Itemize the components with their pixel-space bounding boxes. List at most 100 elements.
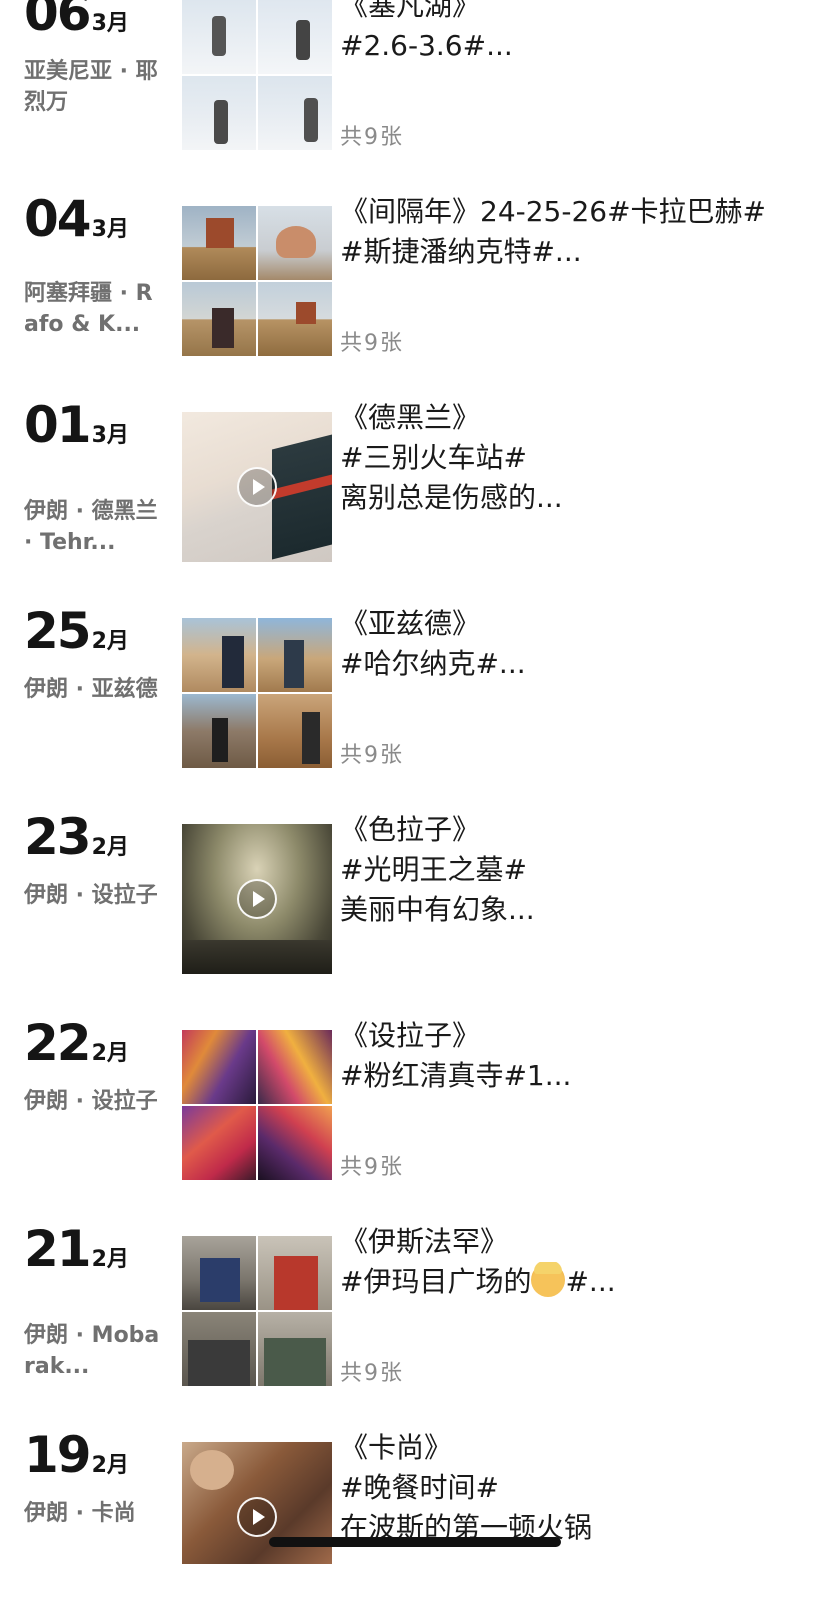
- photo-grid[interactable]: [182, 1236, 332, 1386]
- photo-count: 共9张: [340, 1155, 404, 1180]
- post-location[interactable]: 伊朗 · 设拉子: [24, 1086, 162, 1148]
- post-text[interactable]: 《伊斯法罕》 #伊玛目广场的 #...: [340, 1222, 810, 1302]
- post-item[interactable]: 232月 伊朗 · 设拉子 《色拉子》 #光明王之墓# 美丽中有幻象...: [0, 812, 828, 1004]
- post-date: 192月: [24, 1430, 129, 1480]
- post-day: 04: [24, 190, 92, 248]
- photo-thumbnail[interactable]: [258, 1236, 332, 1310]
- post-line: #晚餐时间#: [340, 1471, 499, 1504]
- photo-thumbnail[interactable]: [258, 0, 332, 74]
- photo-thumbnail[interactable]: [258, 1106, 332, 1180]
- post-line: #哈尔纳克#...: [340, 647, 526, 680]
- person-emoji-icon: [531, 1262, 566, 1297]
- post-day: 06: [24, 0, 92, 42]
- post-title: 《伊斯法罕》: [340, 1225, 509, 1258]
- post-line: #光明王之墓#: [340, 853, 527, 886]
- post-text[interactable]: 《色拉子》 #光明王之墓# 美丽中有幻象...: [340, 810, 810, 930]
- post-text[interactable]: 《间隔年》24-25-26#卡拉巴赫# #斯捷潘纳克特#...: [340, 192, 810, 272]
- photo-grid[interactable]: [182, 206, 332, 356]
- post-day: 25: [24, 602, 92, 660]
- photo-thumbnail[interactable]: [258, 1030, 332, 1104]
- photo-thumbnail[interactable]: [182, 1312, 256, 1386]
- post-date: 013月: [24, 400, 129, 450]
- post-text[interactable]: 《塞凡湖》 #2.6-3.6#...: [340, 0, 810, 66]
- post-item[interactable]: 252月 伊朗 · 亚兹德 《亚兹德》 #哈尔纳克#... 共9张: [0, 606, 828, 798]
- photo-thumbnail[interactable]: [182, 76, 256, 150]
- photo-thumbnail[interactable]: [258, 1312, 332, 1386]
- post-item[interactable]: 192月 伊朗 · 卡尚 《卡尚》 #晚餐时间# 在波斯的第一顿火锅: [0, 1430, 828, 1622]
- post-title: 《设拉子》: [340, 1019, 481, 1052]
- play-icon[interactable]: [237, 1497, 277, 1537]
- post-location[interactable]: 阿塞拜疆 · Rafo & K...: [24, 278, 162, 340]
- post-month: 3月: [91, 11, 129, 36]
- post-line: #伊玛目广场的 #...: [340, 1262, 616, 1298]
- post-month: 2月: [91, 835, 129, 860]
- post-title: 《色拉子》: [340, 813, 481, 846]
- photo-thumbnail[interactable]: [182, 1106, 256, 1180]
- post-item[interactable]: 013月 伊朗 · 德黑兰 · Tehr... 《德黑兰》 #三别火车站# 离别…: [0, 400, 828, 592]
- photo-thumbnail[interactable]: [182, 1236, 256, 1310]
- post-title: 《间隔年》24-25-26#卡拉巴赫#: [340, 195, 767, 228]
- post-item[interactable]: 063月 亚美尼亚 · 耶烈万 《塞凡湖》 #2.6-3.6#... 共9张: [0, 0, 828, 180]
- video-thumbnail[interactable]: [182, 412, 332, 562]
- photo-grid[interactable]: [182, 618, 332, 768]
- post-date: 252月: [24, 606, 129, 656]
- post-date: 212月: [24, 1224, 129, 1274]
- post-line: 美丽中有幻象...: [340, 893, 535, 926]
- post-date: 222月: [24, 1018, 129, 1068]
- post-day: 23: [24, 808, 92, 866]
- photo-thumbnail[interactable]: [258, 76, 332, 150]
- post-month: 2月: [91, 1041, 129, 1066]
- post-line: 离别总是伤感的...: [340, 481, 563, 514]
- post-location[interactable]: 亚美尼亚 · 耶烈万: [24, 56, 162, 118]
- post-item[interactable]: 212月 伊朗 · Mobarak... 《伊斯法罕》 #伊玛目广场的 #... …: [0, 1224, 828, 1416]
- post-day: 22: [24, 1014, 92, 1072]
- post-item[interactable]: 043月 阿塞拜疆 · Rafo & K... 《间隔年》24-25-26#卡拉…: [0, 194, 828, 386]
- photo-count: 共9张: [340, 1361, 404, 1386]
- post-item[interactable]: 222月 伊朗 · 设拉子 《设拉子》 #粉红清真寺#1... 共9张: [0, 1018, 828, 1210]
- post-day: 21: [24, 1220, 92, 1278]
- post-date: 232月: [24, 812, 129, 862]
- post-title: 《卡尚》: [340, 1431, 453, 1464]
- post-month: 2月: [91, 1453, 129, 1478]
- photo-grid[interactable]: [182, 0, 332, 150]
- post-text[interactable]: 《卡尚》 #晚餐时间# 在波斯的第一顿火锅: [340, 1428, 810, 1548]
- post-location[interactable]: 伊朗 · 卡尚: [24, 1498, 162, 1529]
- post-location[interactable]: 伊朗 · 亚兹德: [24, 674, 162, 736]
- photo-thumbnail[interactable]: [258, 206, 332, 280]
- home-indicator[interactable]: [269, 1537, 561, 1547]
- photo-thumbnail[interactable]: [258, 618, 332, 692]
- post-date: 063月: [24, 0, 129, 38]
- play-icon[interactable]: [237, 467, 277, 507]
- photo-count: 共9张: [340, 331, 404, 356]
- post-day: 19: [24, 1426, 92, 1484]
- post-month: 3月: [91, 217, 129, 242]
- post-location[interactable]: 伊朗 · 德黑兰 · Tehr...: [24, 496, 162, 558]
- post-text[interactable]: 《亚兹德》 #哈尔纳克#...: [340, 604, 810, 684]
- photo-thumbnail[interactable]: [182, 1030, 256, 1104]
- post-month: 2月: [91, 1247, 129, 1272]
- video-thumbnail[interactable]: [182, 824, 332, 974]
- photo-thumbnail[interactable]: [182, 694, 256, 768]
- post-line: #粉红清真寺#1...: [340, 1059, 572, 1092]
- post-title: 《塞凡湖》: [340, 0, 481, 22]
- post-location[interactable]: 伊朗 · Mobarak...: [24, 1320, 162, 1382]
- post-month: 2月: [91, 629, 129, 654]
- photo-thumbnail[interactable]: [182, 0, 256, 74]
- photo-thumbnail[interactable]: [182, 206, 256, 280]
- photo-thumbnail[interactable]: [182, 282, 256, 356]
- play-icon[interactable]: [237, 879, 277, 919]
- post-line: #斯捷潘纳克特#...: [340, 235, 582, 268]
- post-title: 《德黑兰》: [340, 401, 481, 434]
- photo-thumbnail[interactable]: [182, 618, 256, 692]
- photo-thumbnail[interactable]: [258, 694, 332, 768]
- post-month: 3月: [91, 423, 129, 448]
- photo-grid[interactable]: [182, 1030, 332, 1180]
- photo-thumbnail[interactable]: [258, 282, 332, 356]
- post-location[interactable]: 伊朗 · 设拉子: [24, 880, 162, 942]
- post-text[interactable]: 《设拉子》 #粉红清真寺#1...: [340, 1016, 810, 1096]
- post-title: 《亚兹德》: [340, 607, 481, 640]
- post-text[interactable]: 《德黑兰》 #三别火车站# 离别总是伤感的...: [340, 398, 810, 518]
- post-date: 043月: [24, 194, 129, 244]
- post-day: 01: [24, 396, 92, 454]
- post-line: #2.6-3.6#...: [340, 29, 513, 62]
